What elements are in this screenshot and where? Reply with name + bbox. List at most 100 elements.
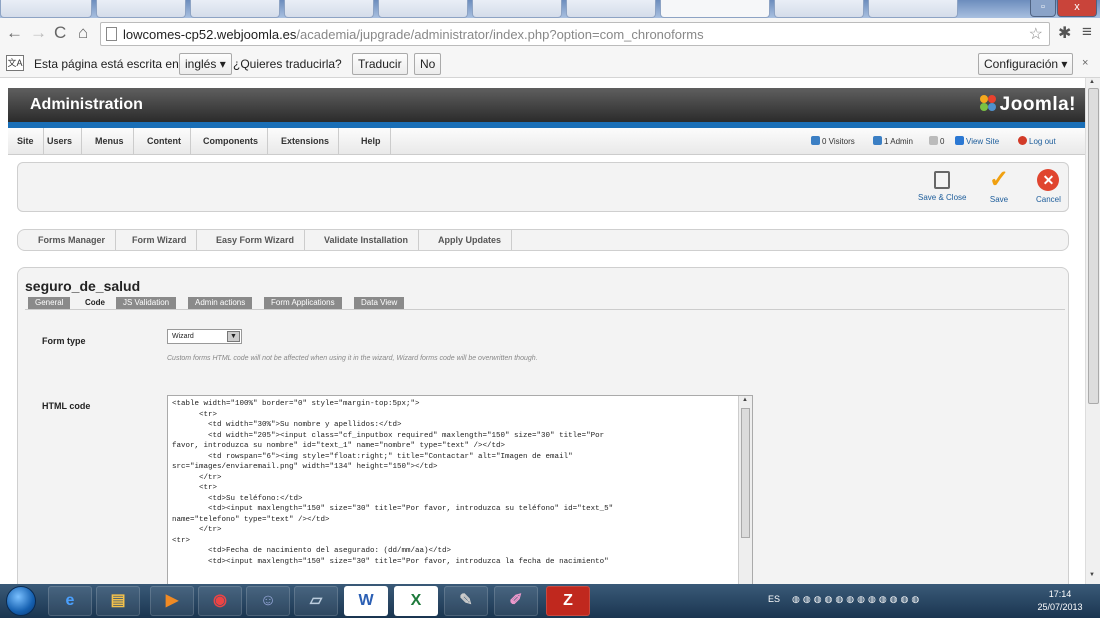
menu-item-help[interactable]: Help — [352, 128, 391, 155]
browser-tab[interactable] — [566, 0, 656, 18]
address-bar-row: ← → C ⌂ lowcomes-cp52.webjoomla.es/acade… — [0, 18, 1100, 50]
browser-tab[interactable] — [472, 0, 562, 18]
submenu-forms-manager[interactable]: Forms Manager — [28, 230, 117, 250]
system-clock[interactable]: 17:14 25/07/2013 — [1030, 588, 1090, 614]
chrome-menu-icon[interactable]: ≡ — [1082, 22, 1092, 42]
mail-icon — [929, 136, 938, 145]
menu-item-users[interactable]: Users — [38, 128, 83, 155]
language-indicator[interactable]: ES — [768, 594, 780, 604]
scroll-up-icon[interactable]: ▲ — [1089, 79, 1095, 85]
joomla-logo: Joomla! — [978, 93, 1076, 116]
media-player-icon[interactable]: ▶ — [150, 586, 194, 616]
admin-icon — [873, 136, 882, 145]
html-code-text: <table width="100%" border="0" style="ma… — [172, 400, 614, 566]
filezilla-icon[interactable]: Z — [546, 586, 590, 616]
view-site-link[interactable]: View Site — [955, 136, 999, 146]
scroll-down-icon[interactable]: ▼ — [1089, 572, 1095, 578]
messages-count[interactable]: 0 — [929, 136, 944, 146]
back-icon[interactable]: ← — [6, 23, 23, 43]
tab-form-applications[interactable]: Form Applications — [264, 297, 342, 309]
browser-tab-active[interactable] — [660, 0, 770, 18]
excel-icon[interactable]: X — [394, 586, 438, 616]
translate-message: Esta página está escrita en — [34, 57, 179, 71]
submenu-apply-updates[interactable]: Apply Updates — [428, 230, 513, 250]
logout-icon — [1018, 136, 1027, 145]
tab-admin-actions[interactable]: Admin actions — [188, 297, 253, 309]
scroll-up-icon[interactable]: ▲ — [742, 397, 748, 403]
tab-code[interactable]: Code — [78, 297, 112, 309]
browser-tab-strip: ▫ x — [0, 0, 1100, 18]
close-icon[interactable]: × — [1082, 57, 1088, 69]
minimize-button[interactable]: ▫ — [1030, 0, 1056, 17]
menu-item-menus[interactable]: Menus — [86, 128, 134, 155]
no-translate-button[interactable]: No — [414, 53, 442, 75]
admins-count: 1 Admin — [873, 136, 913, 146]
home-icon[interactable]: ⌂ — [78, 23, 88, 43]
tab-js-validation[interactable]: JS Validation — [116, 297, 177, 309]
page-scrollbar[interactable]: ▲ ▼ — [1085, 78, 1100, 584]
translate-question: ¿Quieres traducirla? — [233, 57, 342, 71]
component-submenu: Forms Manager Form Wizard Easy Form Wiza… — [17, 229, 1069, 251]
notebook-icon[interactable]: ▱ — [294, 586, 338, 616]
submenu-validate-installation[interactable]: Validate Installation — [314, 230, 420, 250]
form-type-hint: Custom forms HTML code will not be affec… — [167, 355, 538, 362]
form-type-select[interactable]: Wizard ▼ — [167, 329, 242, 344]
chevron-down-icon: ▼ — [227, 331, 240, 342]
scrollbar-thumb[interactable] — [741, 408, 750, 538]
gimp-icon[interactable]: ✎ — [444, 586, 488, 616]
url-text: lowcomes-cp52.webjoomla.es/academia/jupg… — [123, 27, 704, 42]
menu-item-content[interactable]: Content — [138, 128, 191, 155]
translate-settings-button[interactable]: Configuración ▾ — [978, 53, 1074, 75]
browser-tab[interactable] — [96, 0, 186, 18]
browser-tab[interactable] — [378, 0, 468, 18]
html-code-textarea[interactable]: <table width="100%" border="0" style="ma… — [167, 395, 753, 585]
monitor-icon — [955, 136, 964, 145]
joomla-logo-icon — [979, 95, 996, 111]
form-type-label: Form type — [42, 336, 86, 346]
submenu-easy-form-wizard[interactable]: Easy Form Wizard — [206, 230, 305, 250]
file-explorer-icon[interactable]: ▤ — [96, 586, 140, 616]
translate-button[interactable]: Traducir — [352, 53, 408, 75]
forward-icon[interactable]: → — [30, 23, 47, 43]
internet-explorer-icon[interactable]: e — [48, 586, 92, 616]
save-icon — [934, 171, 951, 189]
textarea-scrollbar[interactable]: ▲ — [738, 396, 752, 584]
menu-item-extensions[interactable]: Extensions — [272, 128, 340, 155]
browser-tab[interactable] — [774, 0, 864, 18]
save-close-button[interactable]: Save & Close — [918, 169, 966, 202]
admin-menu-bar: Site Users Menus Content Components Exte… — [8, 128, 1086, 155]
tab-general[interactable]: General — [28, 297, 71, 309]
submenu-form-wizard[interactable]: Form Wizard — [122, 230, 198, 250]
bookmark-star-icon[interactable]: ☆ — [1029, 24, 1043, 44]
tab-divider — [25, 309, 1065, 310]
start-button[interactable] — [6, 586, 36, 616]
users-app-icon[interactable]: ☺ — [246, 586, 290, 616]
page-icon — [106, 27, 117, 41]
browser-tab[interactable] — [868, 0, 958, 18]
browser-tab[interactable] — [0, 0, 92, 18]
logout-link[interactable]: Log out — [1018, 136, 1056, 146]
browser-tab[interactable] — [284, 0, 374, 18]
windows-taskbar: e ▤ ▶ ◉ ☺ ▱ W X ✎ ✐ Z ES ◍◍◍◍◍◍◍◍◍◍◍◍ 17… — [0, 584, 1100, 618]
extension-icon[interactable]: ✱ — [1058, 23, 1071, 43]
page-scrollbar-thumb[interactable] — [1088, 88, 1099, 404]
url-field[interactable]: lowcomes-cp52.webjoomla.es/academia/jupg… — [100, 22, 1050, 46]
language-select[interactable]: inglés ▾ — [179, 53, 232, 75]
code-tab-content: Form type Wizard ▼ Custom forms HTML cod… — [22, 312, 1067, 606]
browser-tab[interactable] — [190, 0, 280, 18]
form-title: seguro_de_salud — [25, 278, 141, 294]
users-icon — [811, 136, 820, 145]
reload-icon[interactable]: C — [54, 23, 66, 43]
save-button[interactable]: ✓ Save — [988, 166, 1010, 205]
cancel-button[interactable]: ✕ Cancel — [1036, 169, 1061, 204]
menu-item-components[interactable]: Components — [194, 128, 268, 155]
tray-icons[interactable]: ◍◍◍◍◍◍◍◍◍◍◍◍ — [792, 594, 922, 605]
tab-data-view[interactable]: Data View — [354, 297, 405, 309]
translate-icon: 文A — [6, 55, 24, 71]
word-icon[interactable]: W — [344, 586, 388, 616]
paint-icon[interactable]: ✐ — [494, 586, 538, 616]
close-window-button[interactable]: x — [1057, 0, 1097, 17]
chrome-icon[interactable]: ◉ — [198, 586, 242, 616]
check-icon: ✓ — [988, 166, 1010, 193]
toolbar: Save & Close ✓ Save ✕ Cancel — [17, 162, 1069, 212]
